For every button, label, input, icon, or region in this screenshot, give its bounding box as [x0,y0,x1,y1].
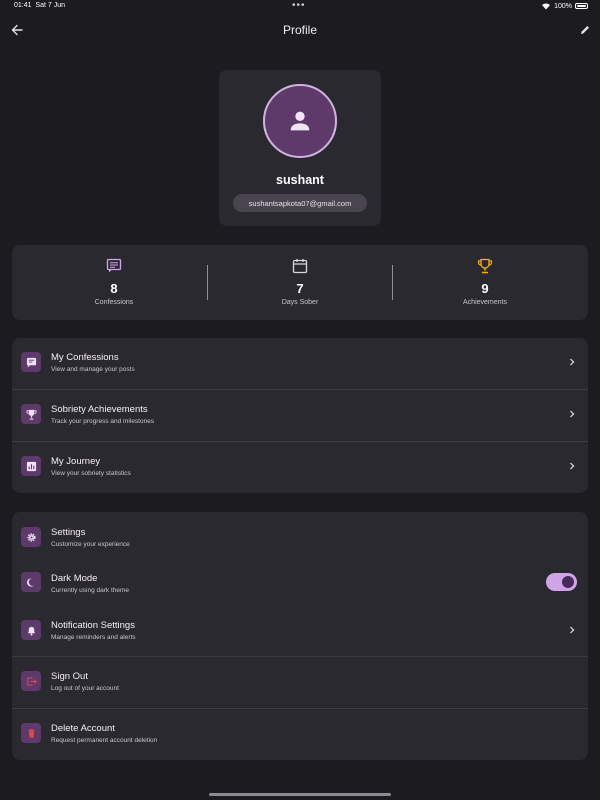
battery-percent: 100% [554,2,572,10]
email-chip: sushantsapkota07@gmail.com [233,194,367,212]
item-subtitle: Log out of your account [51,685,119,692]
app-bar: Profile [0,18,600,44]
moon-icon [21,572,41,592]
profile-card: sushant sushantsapkota07@gmail.com [219,70,381,226]
person-icon [290,111,310,131]
multitask-dots: ••• [292,0,306,11]
stat-label: Confessions [94,299,134,306]
chevron-right-icon [566,408,578,420]
home-indicator[interactable] [209,793,391,796]
avatar[interactable] [263,84,337,158]
bell-icon [21,620,41,640]
item-subtitle: Request permanent account deletion [51,737,158,744]
edit-profile-button[interactable] [576,21,594,39]
username: sushant [276,173,324,187]
chevron-right-icon [566,356,578,368]
item-subtitle: View and manage your posts [51,366,135,373]
activity-menu-card: My Confessions View and manage your post… [12,338,588,493]
item-subtitle: Manage reminders and alerts [51,634,136,641]
item-title: Sobriety Achievements [51,404,148,415]
settings-item-notification-settings[interactable]: Notification Settings Manage reminders a… [12,605,588,657]
battery-icon [575,3,588,9]
trash-icon [21,723,41,743]
menu-item-my-confessions[interactable]: My Confessions View and manage your post… [12,338,588,390]
logout-icon [21,671,41,691]
trophy-icon [476,257,494,275]
item-title: Delete Account [51,723,115,734]
stat-value: 9 [481,281,489,296]
page-title: Profile [282,23,317,37]
chart-icon [21,456,41,476]
profile-screen: 01:41 Sat 7 Jun ••• 100% Profile sushant… [0,0,600,800]
dark-mode-toggle[interactable] [546,573,577,591]
item-subtitle: View your sobriety statistics [51,470,131,477]
stat-label: Achievements [463,299,507,306]
item-title: Notification Settings [51,620,135,631]
item-subtitle: Currently using dark theme [51,587,130,594]
item-title: Settings [51,527,86,538]
settings-item-delete-account[interactable]: Delete Account Request permanent account… [12,709,588,760]
item-subtitle: Customize your experience [51,541,130,548]
stat-confessions[interactable]: 8 Confessions [18,245,210,320]
calendar-icon [291,257,309,275]
chevron-right-icon [566,624,578,636]
stat-label: Days Sober [281,299,319,306]
settings-item-sign-out[interactable]: Sign Out Log out of your account [12,657,588,709]
stats-card: 8 Confessions 7 Days Sober 9 Achievement… [12,245,588,320]
item-title: Sign Out [51,671,88,682]
settings-item-settings[interactable]: Settings Customize your experience [12,512,588,558]
chat-icon [105,257,123,275]
item-title: My Journey [51,456,101,467]
stat-value: 8 [110,281,118,296]
item-title: My Confessions [51,352,119,363]
stat-value: 7 [296,281,304,296]
trophy-icon [21,404,41,424]
item-subtitle: Track your progress and milestones [51,418,155,425]
stat-days-sober[interactable]: 7 Days Sober [204,245,396,320]
message-icon [21,352,41,372]
menu-item-sobriety-achievements[interactable]: Sobriety Achievements Track your progres… [12,390,588,442]
stat-achievements[interactable]: 9 Achievements [389,245,581,320]
wifi-icon [542,3,551,10]
status-time: 01:41 Sat 7 Jun [14,2,65,9]
gear-icon [21,527,41,547]
toggle-knob [562,576,574,588]
menu-item-my-journey[interactable]: My Journey View your sobriety statistics [12,442,588,493]
pencil-icon [581,26,589,34]
status-indicators: 100% [541,2,588,10]
settings-item-dark-mode: Dark Mode Currently using dark theme [12,559,588,605]
item-title: Dark Mode [51,573,98,584]
status-bar: 01:41 Sat 7 Jun ••• 100% [0,0,600,14]
chevron-right-icon [566,460,578,472]
settings-card: Settings Customize your experience Dark … [12,512,588,760]
